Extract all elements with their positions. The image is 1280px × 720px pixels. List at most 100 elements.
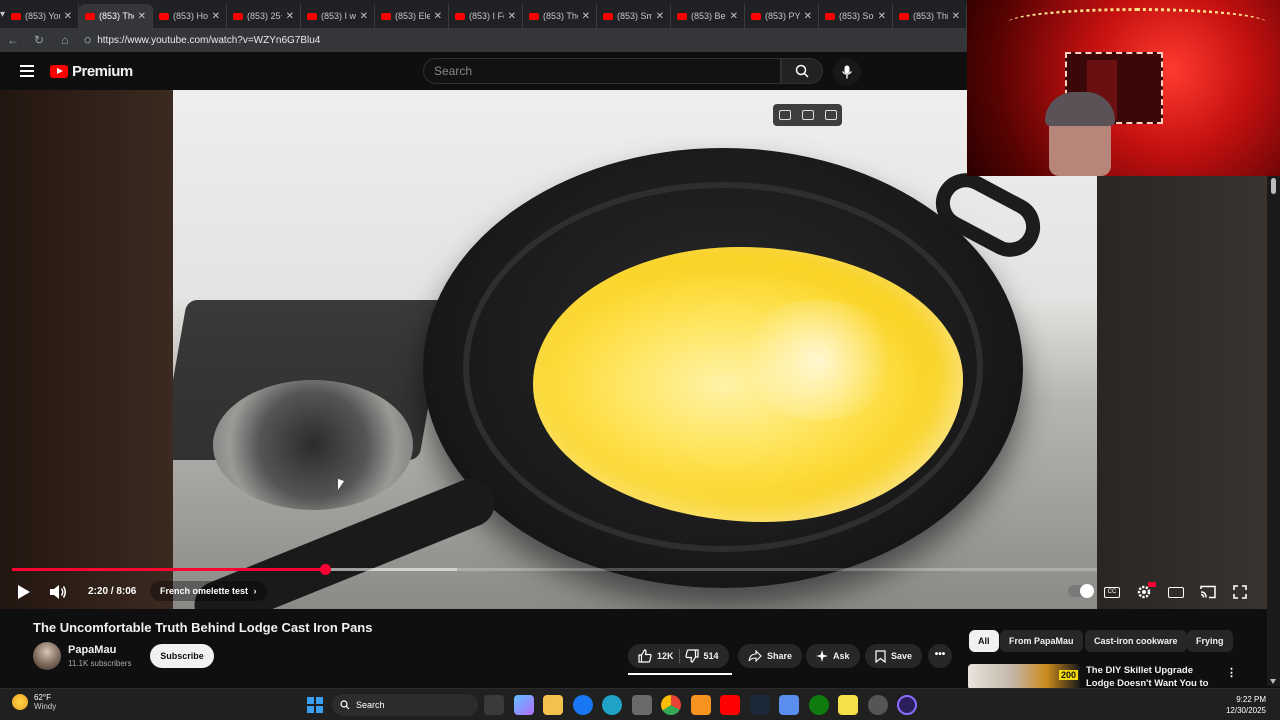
sticky-notes-icon[interactable] — [838, 695, 858, 715]
chip-all[interactable]: All — [969, 630, 999, 652]
tab-close-icon[interactable]: ✕ — [952, 11, 960, 22]
copilot-icon[interactable] — [513, 695, 534, 715]
share-button[interactable]: Share — [738, 644, 803, 668]
tab-close-icon[interactable]: ✕ — [212, 11, 220, 22]
tab-title: (853) 25+ — [247, 11, 282, 21]
tab-close-icon[interactable]: ✕ — [656, 11, 664, 22]
search-button[interactable] — [781, 58, 823, 84]
more-actions-button[interactable]: ••• — [928, 644, 952, 668]
youtube-favicon-icon — [603, 12, 614, 20]
chrome-icon[interactable] — [661, 695, 681, 715]
browser-tab[interactable]: (853) Elec ✕ — [375, 4, 450, 28]
vlc-icon[interactable] — [690, 695, 711, 715]
browser-tab[interactable]: (853) So Y ✕ — [819, 4, 894, 28]
mute-button[interactable] — [48, 582, 68, 602]
browser-tab[interactable]: (853) You ✕ — [5, 4, 80, 28]
voice-search-button[interactable] — [833, 58, 861, 86]
tab-close-icon[interactable]: ✕ — [804, 11, 812, 22]
notes-icon[interactable] — [801, 110, 814, 120]
egg-highlight — [733, 300, 903, 420]
recommendation-thumbnail[interactable]: 200 — [968, 664, 1080, 690]
site-info-icon[interactable]: ⛭ — [84, 35, 91, 46]
tab-close-icon[interactable]: ✕ — [508, 11, 516, 22]
tab-close-icon[interactable]: ✕ — [434, 11, 442, 22]
browser-tab[interactable]: (853) PYR ✕ — [745, 4, 820, 28]
pip-icon[interactable] — [778, 110, 791, 120]
tab-close-icon[interactable]: ✕ — [730, 11, 738, 22]
youtube-header: Premium Search — [0, 52, 967, 90]
browser-tab[interactable]: (853) Bern ✕ — [671, 4, 746, 28]
tab-close-icon[interactable]: ✕ — [360, 11, 368, 22]
chip-from-channel[interactable]: From PapaMau — [1000, 630, 1083, 652]
chapter-button[interactable]: French omelette test › — [150, 581, 267, 601]
browser-tab[interactable]: (853) Thi ✕ — [893, 4, 967, 28]
browser-tab[interactable]: (853) The ✕ — [523, 4, 598, 28]
ask-button[interactable]: Ask — [806, 644, 860, 668]
tab-close-icon[interactable]: ✕ — [286, 11, 294, 22]
browser-tab[interactable]: (853) How ✕ — [153, 4, 228, 28]
calculator-icon[interactable] — [631, 695, 652, 715]
tab-close-icon[interactable]: ✕ — [582, 11, 590, 22]
miniplayer-button[interactable] — [1166, 582, 1186, 602]
file-explorer-icon[interactable] — [543, 695, 563, 715]
app-launcher-icon[interactable] — [897, 695, 917, 715]
video-frame[interactable] — [173, 90, 1097, 609]
like-focus-underline — [628, 673, 732, 675]
scroll-down-arrow-icon[interactable] — [1270, 679, 1276, 684]
video-player[interactable] — [0, 90, 1097, 609]
edge-icon[interactable] — [602, 695, 622, 715]
webcam-overlay — [967, 0, 1280, 176]
back-icon[interactable]: ← — [6, 33, 20, 47]
reload-icon[interactable]: ↻ — [32, 33, 46, 47]
obs-icon[interactable] — [867, 695, 888, 715]
search-input[interactable]: Search — [423, 58, 781, 84]
progress-bar[interactable] — [12, 564, 1097, 575]
browser-tab[interactable]: (853) The ✕ — [79, 4, 154, 28]
facebook-icon[interactable] — [572, 695, 593, 715]
url-field[interactable]: ⛭ https://www.youtube.com/watch?v=WZYn6G… — [84, 35, 320, 46]
settings-button[interactable] — [1134, 582, 1156, 602]
recommendation-title[interactable]: The DIY Skillet Upgrade Lodge Doesn't Wa… — [1086, 664, 1221, 688]
autoplay-toggle[interactable] — [1068, 584, 1094, 598]
task-view-icon[interactable] — [484, 695, 504, 715]
app-icon[interactable] — [779, 695, 799, 715]
recommendation-menu-icon[interactable]: ⋮ — [1226, 666, 1237, 679]
captions-button[interactable]: CC — [1102, 582, 1122, 602]
taskbar-search[interactable]: Search — [332, 694, 478, 716]
chip-frying[interactable]: Frying — [1187, 630, 1233, 652]
browser-tab[interactable]: (853) 25+ ✕ — [227, 4, 302, 28]
cast-button[interactable] — [1198, 582, 1218, 602]
browser-tab[interactable]: (853) I wa ✕ — [301, 4, 376, 28]
subscribe-button[interactable]: Subscribe — [150, 644, 214, 668]
page-scrollbar[interactable] — [1267, 176, 1280, 686]
progress-scrubber[interactable] — [319, 564, 331, 575]
dislike-button[interactable]: 514 — [684, 649, 719, 663]
youtube-app-icon[interactable] — [720, 695, 740, 715]
tab-close-icon[interactable]: ✕ — [878, 11, 886, 22]
taskbar-search-icon — [340, 700, 350, 710]
fullscreen-button[interactable] — [1230, 582, 1250, 602]
channel-avatar[interactable] — [33, 642, 61, 670]
steam-icon[interactable] — [749, 695, 770, 715]
weather-widget[interactable]: 62°F Windy — [12, 693, 56, 711]
like-button[interactable]: 12K — [638, 649, 674, 663]
youtube-favicon-icon — [899, 12, 910, 20]
save-button[interactable]: Save — [865, 644, 923, 668]
youtube-premium-logo[interactable]: Premium — [50, 63, 133, 80]
hamburger-menu-icon[interactable] — [20, 65, 34, 77]
scrollbar-thumb[interactable] — [1271, 178, 1276, 194]
browser-tab[interactable]: (853) I Fo ✕ — [449, 4, 524, 28]
chip-cast-iron-cookware[interactable]: Cast-iron cookware — [1085, 630, 1187, 652]
youtube-logo-icon — [50, 65, 68, 78]
browser-tab[interactable]: (853) Sma ✕ — [597, 4, 672, 28]
channel-name[interactable]: PapaMau — [68, 644, 116, 656]
play-button[interactable] — [14, 582, 34, 602]
tab-close-icon[interactable]: ✕ — [64, 11, 72, 22]
tab-close-icon[interactable]: ✕ — [138, 11, 146, 22]
home-icon[interactable]: ⌂ — [58, 33, 72, 47]
dislike-count: 514 — [703, 651, 719, 661]
system-clock[interactable]: 9:22 PM 12/30/2025 — [1226, 694, 1266, 716]
xbox-icon[interactable] — [808, 695, 829, 715]
translate-icon[interactable] — [824, 110, 837, 120]
windows-start-icon[interactable] — [307, 697, 323, 713]
